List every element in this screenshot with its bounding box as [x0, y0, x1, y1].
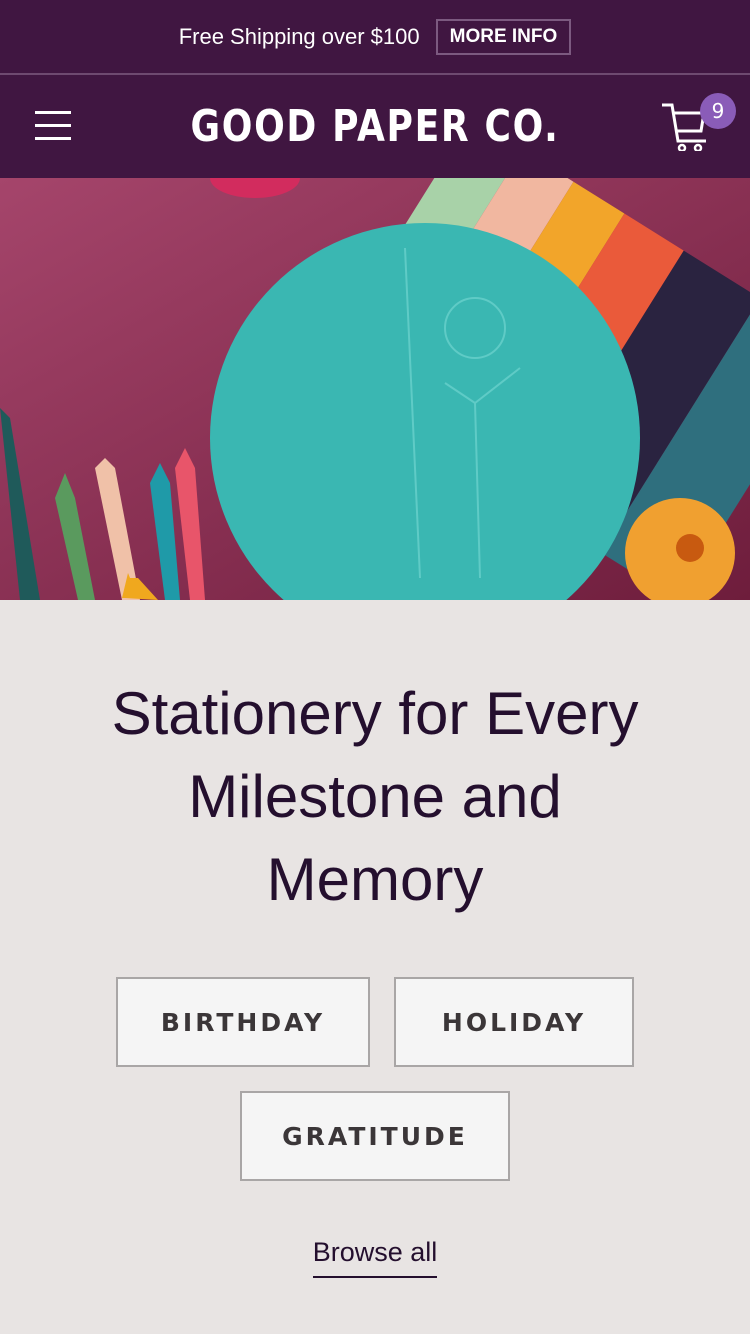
- more-info-button[interactable]: MORE INFO: [435, 18, 572, 55]
- logo[interactable]: GOOD PAPER CO.: [68, 101, 683, 152]
- category-holiday-button[interactable]: HOLIDAY: [394, 977, 634, 1067]
- category-gratitude-button[interactable]: GRATITUDE: [240, 1091, 510, 1181]
- header: GOOD PAPER CO. 9: [0, 75, 750, 222]
- menu-icon[interactable]: [35, 111, 71, 141]
- hero-illustration: [0, 178, 750, 600]
- category-buttons: BIRTHDAY HOLIDAY GRATITUDE: [95, 977, 655, 1181]
- browse-all-link[interactable]: Browse all: [312, 1237, 438, 1278]
- headline: Stationery for Every Milestone and Memor…: [111, 680, 639, 913]
- announcement-text: Free Shipping over $100: [178, 23, 420, 49]
- announcement-bar: Free Shipping over $100 MORE INFO: [0, 0, 750, 75]
- hero-image: [0, 178, 750, 600]
- hero-content: Stationery for Every Milestone and Memor…: [0, 600, 750, 1278]
- category-birthday-button[interactable]: BIRTHDAY: [116, 977, 370, 1067]
- cart-count-badge: 9: [700, 93, 736, 129]
